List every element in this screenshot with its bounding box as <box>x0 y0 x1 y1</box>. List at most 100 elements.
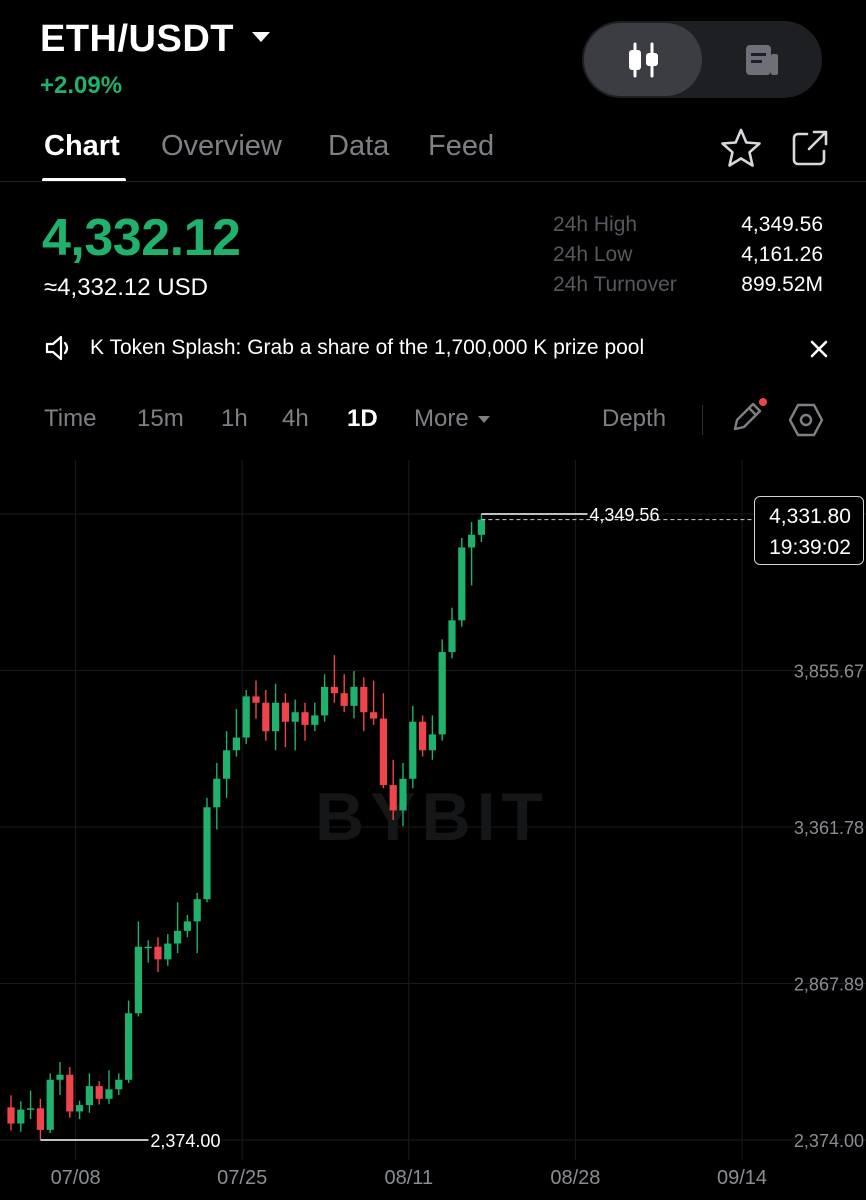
candle <box>134 921 142 1017</box>
candle-body <box>419 721 427 751</box>
candle <box>144 940 152 963</box>
article-view-button[interactable] <box>706 23 818 96</box>
y-tick-label: 3,855.67 <box>794 662 864 682</box>
candle <box>46 1073 54 1134</box>
header-divider <box>0 181 866 182</box>
tab-feed[interactable]: Feed <box>428 130 494 163</box>
candle <box>301 702 309 741</box>
candle <box>85 1073 93 1113</box>
last-price: 4,332.12 <box>42 209 241 267</box>
interval-more[interactable]: More <box>414 405 491 433</box>
candle-body <box>115 1079 123 1090</box>
chevron-down-icon[interactable] <box>252 32 270 42</box>
watermark-logo: BYBIT <box>315 779 549 855</box>
interval-15m[interactable]: 15m <box>137 405 184 433</box>
interval-1h[interactable]: 1h <box>221 405 248 433</box>
candlestick-icon <box>629 42 658 78</box>
candle <box>213 762 221 830</box>
candle-body <box>203 807 211 900</box>
tab-overview[interactable]: Overview <box>161 130 282 163</box>
pair-title[interactable]: ETH/USDT <box>40 18 234 61</box>
candle-body <box>272 702 280 732</box>
close-icon[interactable] <box>809 339 829 359</box>
candle <box>36 1098 44 1140</box>
candle <box>125 1000 133 1083</box>
tab-data[interactable]: Data <box>328 130 389 163</box>
candle-body <box>7 1107 15 1124</box>
candle-body <box>213 778 221 808</box>
candle <box>7 1095 15 1131</box>
candle <box>340 674 348 713</box>
candle <box>458 537 466 627</box>
candle-body <box>399 778 407 811</box>
candle-body <box>360 686 368 713</box>
depth-button[interactable]: Depth <box>602 405 666 433</box>
candle <box>419 715 427 757</box>
draw-pencil-icon[interactable] <box>729 396 769 434</box>
candle-body <box>242 696 250 738</box>
candle <box>311 702 319 732</box>
candle-body <box>301 712 309 725</box>
candlestick-chart[interactable]: BYBIT 3,855.67 3,361.78 2,867.89 2,374.00 07… <box>0 460 866 1200</box>
candle <box>468 522 476 586</box>
announcement-text[interactable]: K Token Splash: Grab a share of the 1,70… <box>90 336 644 360</box>
candle-body <box>458 547 466 621</box>
candle-body <box>125 1013 133 1080</box>
candle-body <box>76 1105 84 1112</box>
tab-chart[interactable]: Chart <box>44 130 120 163</box>
candle <box>174 902 182 954</box>
x-tick-label: 08/28 <box>550 1167 600 1189</box>
candle <box>252 680 260 719</box>
candle-body <box>409 721 417 779</box>
candle-body <box>428 734 436 751</box>
candle-body <box>193 899 201 922</box>
candle <box>223 731 231 798</box>
candle-body <box>291 712 299 722</box>
interval-time[interactable]: Time <box>44 405 96 433</box>
candle-body <box>468 534 476 548</box>
candle-body <box>340 693 348 706</box>
candle <box>448 607 456 659</box>
candle-body <box>350 686 358 706</box>
x-tick-label: 07/25 <box>217 1167 267 1189</box>
stat-label-24h-low: 24h Low <box>553 243 633 266</box>
candle-body <box>370 712 378 719</box>
candle-body <box>144 946 152 949</box>
candlestick-view-button[interactable] <box>584 23 702 96</box>
candle-body <box>438 652 446 735</box>
candle <box>183 915 191 938</box>
candle <box>409 705 417 789</box>
candle <box>360 677 368 732</box>
candle-body <box>389 785 397 811</box>
candle <box>330 655 338 703</box>
candle-body <box>281 702 289 722</box>
candle <box>17 1101 25 1132</box>
stat-label-24h-high: 24h High <box>553 213 638 236</box>
candle-body <box>36 1108 44 1130</box>
candle-body <box>448 620 456 653</box>
candle-body <box>174 930 182 944</box>
caret-down-icon <box>478 416 491 423</box>
candle-body <box>223 750 231 779</box>
share-icon[interactable] <box>790 128 830 168</box>
interval-4h[interactable]: 4h <box>282 405 309 433</box>
y-tick-label: 2,867.89 <box>794 975 864 995</box>
candle <box>105 1070 113 1104</box>
candle <box>438 639 446 741</box>
candle-countdown: 19:39:02 <box>769 536 851 559</box>
candle-body <box>154 946 162 960</box>
x-tick-label: 07/08 <box>51 1167 101 1189</box>
settings-hexagon-icon[interactable] <box>788 402 824 438</box>
candle-body <box>66 1074 74 1112</box>
toolbar-separator <box>702 405 703 435</box>
candle <box>27 1090 35 1120</box>
star-icon[interactable] <box>720 127 762 169</box>
candle-body <box>252 696 260 703</box>
interval-1d[interactable]: 1D <box>347 405 378 433</box>
stat-value-24h-turnover: 899.52M <box>741 273 823 296</box>
candle <box>193 892 201 954</box>
candle <box>232 709 240 757</box>
candle <box>291 699 299 751</box>
candle <box>203 797 211 903</box>
speaker-icon <box>45 335 69 361</box>
